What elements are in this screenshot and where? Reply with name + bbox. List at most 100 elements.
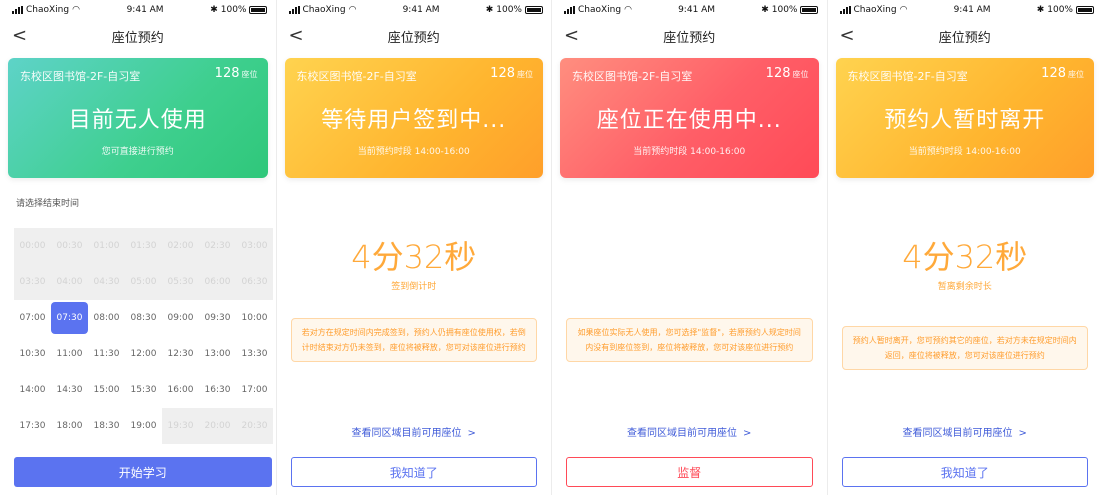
battery-icon [1075, 6, 1094, 14]
location-label: 东校区图书馆-2F-自习室 [296, 70, 417, 83]
seat-status-card: 东校区图书馆-2F-自习室 128 座位 座位正在使用中... 当前预约时段 14… [560, 58, 819, 178]
location-label: 东校区图书馆-2F-自习室 [20, 70, 141, 83]
time-slot[interactable]: 18:30 [88, 408, 125, 444]
status-subtitle: 当前预约时段 14:00-16:00 [633, 147, 746, 157]
time-slot: 02:30 [199, 228, 236, 264]
supervise-button[interactable]: 监督 [566, 457, 813, 487]
battery-icon [524, 6, 543, 14]
screen-in-use: ChaoXing ◠ 9:41 AM ✱ 100% < 座位预约 东校区图书馆-… [551, 0, 827, 495]
clock: 9:41 AM [402, 5, 440, 15]
time-slot[interactable]: 15:00 [88, 372, 125, 408]
view-available-seats-link[interactable]: 查看同区域目前可用座位 > [277, 424, 552, 439]
time-slot[interactable]: 10:00 [236, 300, 273, 336]
time-slot: 20:00 [199, 408, 236, 444]
notice-box: 如果座位实际无人使用，您可选择"监督"，若原预约人规定时间内没有到座位签到，座位… [566, 318, 813, 362]
time-slot[interactable]: 19:00 [125, 408, 162, 444]
signal-icon [564, 6, 575, 14]
nav-bar: < 座位预约 [0, 20, 276, 52]
time-slot[interactable]: 16:30 [199, 372, 236, 408]
location-label: 东校区图书馆-2F-自习室 [847, 70, 968, 83]
bluetooth-icon: ✱ [210, 5, 218, 15]
start-study-button[interactable]: 开始学习 [14, 457, 272, 487]
back-icon[interactable]: < [840, 25, 855, 46]
time-row: 00:00 00:30 01:00 01:30 02:00 02:30 03:00 [14, 228, 274, 264]
time-slot[interactable]: 15:30 [125, 372, 162, 408]
clock: 9:41 AM [126, 5, 164, 15]
time-slot[interactable]: 11:30 [88, 336, 125, 372]
time-slot[interactable]: 17:30 [14, 408, 51, 444]
notice-box: 若对方在规定时间内完成签到，预约人仍拥有座位使用权，若倒计时结束对方仍未签到，座… [290, 318, 537, 362]
time-slot[interactable]: 18:00 [51, 408, 88, 444]
back-icon[interactable]: < [12, 25, 27, 46]
carrier-label: ChaoXing [26, 5, 70, 15]
time-slot[interactable]: 08:00 [88, 300, 125, 336]
time-row: 14:00 14:30 15:00 15:30 16:00 16:30 17:00 [14, 372, 274, 408]
view-available-seats-link[interactable]: 查看同区域目前可用座位 > [552, 424, 827, 439]
time-slot[interactable]: 13:00 [199, 336, 236, 372]
time-slot[interactable]: 07:30 [50, 300, 89, 336]
chevron-right-icon: > [743, 428, 752, 439]
time-slot[interactable]: 07:00 [14, 300, 51, 336]
time-slot: 01:30 [125, 228, 162, 264]
time-slot: 06:30 [236, 264, 273, 300]
time-slot[interactable]: 14:00 [14, 372, 51, 408]
time-slot[interactable]: 09:00 [162, 300, 199, 336]
signal-icon [12, 6, 23, 14]
seat-count: 128 座位 [214, 66, 258, 81]
chevron-right-icon: > [1018, 428, 1027, 439]
time-slot[interactable]: 11:00 [51, 336, 88, 372]
time-row: 03:30 04:00 04:30 05:00 05:30 06:00 06:30 [14, 264, 274, 300]
time-slot[interactable]: 08:30 [125, 300, 162, 336]
status-title: 座位正在使用中... [596, 108, 782, 133]
time-slot[interactable]: 13:30 [236, 336, 273, 372]
location-label: 东校区图书馆-2F-自习室 [572, 70, 693, 83]
status-bar: ChaoXing ◠ 9:41 AM ✱ 100% [828, 0, 1102, 20]
screen-waiting-signin: ChaoXing ◠ 9:41 AM ✱ 100% < 座位预约 东校区图书馆-… [275, 0, 552, 495]
bluetooth-icon: ✱ [761, 5, 769, 15]
acknowledge-button[interactable]: 我知道了 [290, 457, 537, 487]
wifi-icon: ◠ [348, 5, 357, 15]
wifi-icon: ◠ [899, 5, 908, 15]
back-icon[interactable]: < [564, 25, 579, 46]
status-title: 等待用户签到中... [321, 108, 507, 133]
status-subtitle: 当前预约时段 14:00-16:00 [357, 147, 470, 157]
status-title: 目前无人使用 [68, 108, 207, 133]
time-slot[interactable]: 10:30 [14, 336, 51, 372]
nav-bar: < 座位预约 [552, 20, 827, 52]
nav-bar: < 座位预约 [828, 20, 1102, 52]
time-slot: 04:30 [88, 264, 125, 300]
seat-status-card: 东校区图书馆-2F-自习室 128 座位 等待用户签到中... 当前预约时段 14… [284, 58, 543, 178]
battery-percent: 100% [496, 5, 522, 15]
back-icon[interactable]: < [289, 25, 304, 46]
time-row: 07:00 07:30 08:00 08:30 09:00 09:30 10:00 [14, 300, 274, 336]
seat-count: 128 座位 [765, 66, 809, 81]
wifi-icon: ◠ [624, 5, 632, 15]
status-bar: ChaoXing ◠ 9:41 AM ✱ 100% [277, 0, 552, 20]
time-slot[interactable]: 12:00 [125, 336, 162, 372]
time-slot[interactable]: 09:30 [199, 300, 236, 336]
battery-percent: 100% [220, 5, 247, 15]
battery-percent: 100% [771, 5, 798, 15]
time-slot: 06:00 [199, 264, 236, 300]
view-available-seats-link[interactable]: 查看同区域目前可用座位 > [828, 424, 1102, 439]
bluetooth-icon: ✱ [1036, 5, 1045, 15]
time-slot[interactable]: 12:30 [162, 336, 199, 372]
battery-icon [249, 6, 268, 14]
status-subtitle: 当前预约时段 14:00-16:00 [908, 147, 1021, 157]
nav-bar: < 座位预约 [277, 20, 552, 52]
time-grid: 00:00 00:30 01:00 01:30 02:00 02:30 03:00 03:30… [14, 228, 274, 444]
acknowledge-button[interactable]: 我知道了 [841, 457, 1088, 487]
time-slot: 02:00 [162, 228, 199, 264]
time-slot[interactable]: 17:00 [236, 372, 273, 408]
clock: 9:41 AM [678, 5, 716, 15]
time-slot[interactable]: 16:00 [162, 372, 199, 408]
time-slot: 05:30 [162, 264, 199, 300]
time-slot[interactable]: 14:30 [51, 372, 88, 408]
chevron-right-icon: > [467, 428, 476, 439]
page-title: 座位预约 [387, 30, 440, 46]
status-subtitle: 您可直接进行预约 [101, 147, 174, 157]
screen-temporarily-away: ChaoXing ◠ 9:41 AM ✱ 100% < 座位预约 东校区图书馆-… [826, 0, 1102, 495]
countdown-label: 暂离剩余时长 [937, 282, 992, 292]
battery-icon [800, 6, 819, 14]
end-time-prompt: 请选择结束时间 [16, 199, 80, 209]
